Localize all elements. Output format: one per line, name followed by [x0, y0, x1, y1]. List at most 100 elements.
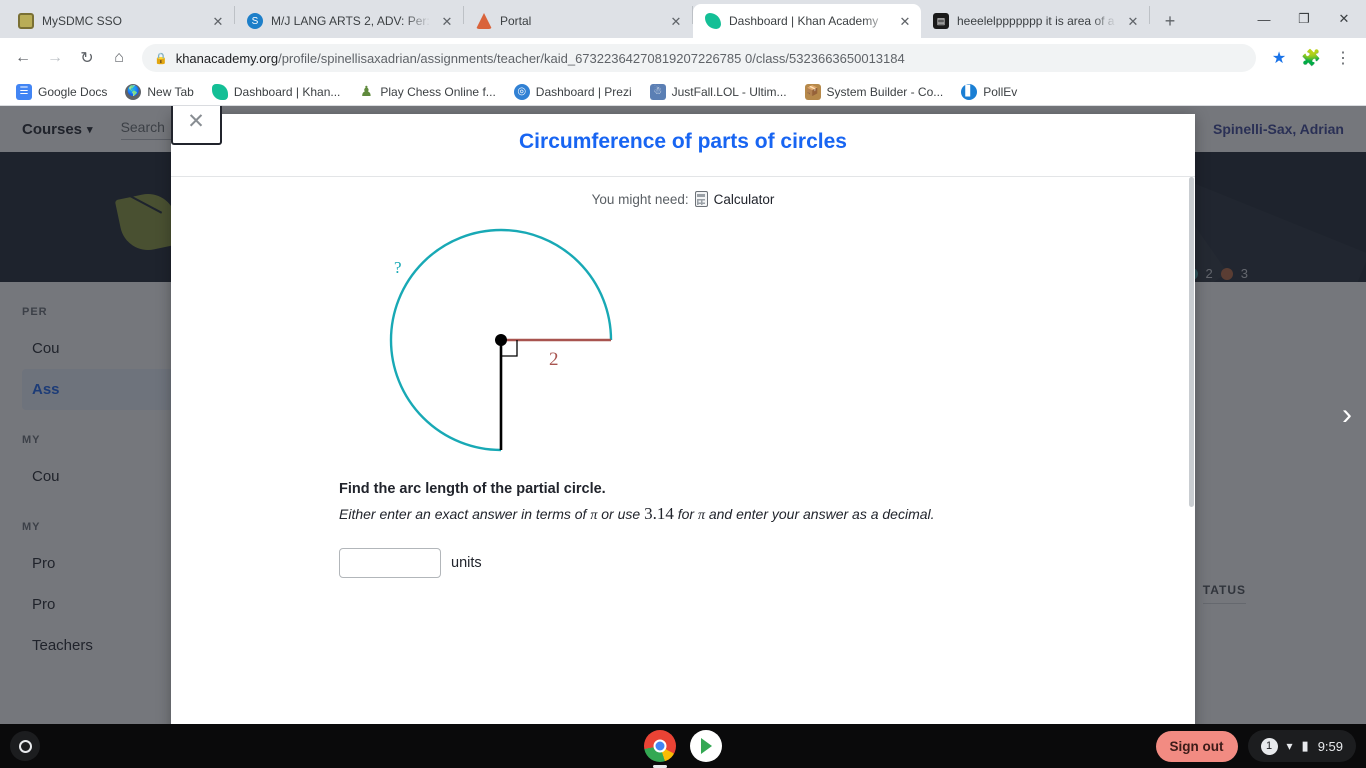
- modal-header: ✕ Circumference of parts of circles: [170, 106, 1195, 176]
- wifi-icon: ▾: [1286, 739, 1293, 753]
- new-tab-button[interactable]: +: [1156, 7, 1184, 35]
- bookmark-item-justfall[interactable]: ☃ JustFall.LOL - Ultim...: [642, 81, 795, 103]
- answer-input[interactable]: [339, 548, 441, 578]
- calculator-link[interactable]: Calculator: [714, 192, 775, 207]
- bookmark-label: PollEv: [983, 84, 1018, 99]
- bookmark-item-khan[interactable]: Dashboard | Khan...: [204, 81, 349, 103]
- reload-icon[interactable]: ↻: [72, 43, 102, 73]
- browser-tab-2[interactable]: Portal ✕: [464, 4, 692, 38]
- bookmark-item-prezi[interactable]: ◎ Dashboard | Prezi: [506, 81, 640, 103]
- window-close-button[interactable]: ✕: [1324, 3, 1364, 35]
- calculator-icon: [694, 191, 708, 207]
- tab-close-button[interactable]: ✕: [668, 13, 684, 29]
- chrome-browser-window: MySDMC SSO ✕ S M/J LANG ARTS 2, ADV: Per…: [0, 0, 1366, 724]
- tab-close-button[interactable]: ✕: [439, 13, 455, 29]
- chrome-icon[interactable]: [644, 730, 676, 762]
- bookmark-label: Play Chess Online f...: [380, 84, 496, 99]
- page-viewport: Courses ▾ Search ⚲ Khan Academy Donate S…: [0, 106, 1366, 724]
- sso-favicon: [18, 13, 34, 29]
- url-domain: khanacademy.org: [175, 50, 279, 66]
- bookmark-item-pollev[interactable]: ▋ PollEv: [953, 81, 1025, 103]
- partial-circle-svg: ? 2: [389, 228, 613, 452]
- instruction-part-a: Either enter an exact answer in terms of: [339, 506, 591, 522]
- sign-out-button[interactable]: Sign out: [1155, 730, 1238, 762]
- shelf-app-icons: [644, 730, 722, 762]
- center-point-dot: [495, 334, 507, 346]
- forward-icon[interactable]: →: [40, 43, 70, 73]
- bookmark-label: New Tab: [147, 84, 194, 99]
- launcher-circle-icon[interactable]: [10, 731, 40, 761]
- toolbar-actions: ★ 🧩 ⋮: [1264, 43, 1358, 73]
- tab-title: Portal: [500, 14, 532, 28]
- box-icon: 📦: [804, 83, 821, 100]
- tab-close-button[interactable]: ✕: [897, 13, 913, 29]
- lock-icon: 🔒: [154, 52, 168, 65]
- chess-pawn-icon: ♟: [358, 83, 375, 100]
- browser-tab-0[interactable]: MySDMC SSO ✕: [6, 4, 234, 38]
- extensions-puzzle-icon[interactable]: 🧩: [1296, 43, 1326, 73]
- instruction-text: Either enter an exact answer in terms of…: [339, 504, 1195, 524]
- chromeos-shelf: Sign out 1 ▾ ▮ 9:59: [0, 724, 1366, 768]
- modal-scrollbar[interactable]: [1188, 177, 1195, 724]
- you-might-need-row: You might need: Calculator: [171, 191, 1195, 207]
- justfall-icon: ☃: [649, 83, 666, 100]
- instruction-part-b: or use: [597, 506, 645, 522]
- back-icon[interactable]: ←: [8, 43, 38, 73]
- problem-figure: ? 2: [171, 225, 1195, 455]
- browser-toolbar: ← → ↻ ⌂ 🔒 khanacademy.org/profile/spinel…: [0, 38, 1366, 78]
- system-tray[interactable]: 1 ▾ ▮ 9:59: [1247, 730, 1356, 762]
- browser-tab-1[interactable]: S M/J LANG ARTS 2, ADV: Per: 01 ✕: [235, 4, 463, 38]
- khan-icon: [211, 83, 228, 100]
- notification-count-badge: 1: [1260, 737, 1278, 755]
- problem-prompt: Find the arc length of the partial circl…: [171, 481, 1195, 524]
- pollev-icon: ▋: [961, 83, 978, 100]
- minimize-button[interactable]: —: [1244, 3, 1284, 35]
- exercise-body: You might need: Calculator ? 2 Find the …: [171, 177, 1195, 724]
- window-controls: — ❐ ✕: [1244, 0, 1366, 38]
- exercise-modal: ✕ Circumference of parts of circles You …: [170, 106, 1195, 724]
- three-dot-menu-icon[interactable]: ⋮: [1328, 43, 1358, 73]
- pi-symbol-2: π: [697, 508, 705, 523]
- schoology-favicon: S: [247, 13, 263, 29]
- bookmark-item-system-builder[interactable]: 📦 System Builder - Co...: [797, 81, 952, 103]
- maximize-button[interactable]: ❐: [1284, 3, 1324, 35]
- home-icon[interactable]: ⌂: [104, 43, 134, 73]
- bookmark-item-google-docs[interactable]: ☰ Google Docs: [8, 81, 115, 103]
- prezi-icon: ◎: [513, 83, 530, 100]
- browser-tab-4[interactable]: ▤ heeelelppppppp it is area of a c ✕: [921, 4, 1149, 38]
- tab-title: heeelelppppppp it is area of a c: [957, 14, 1117, 28]
- bookmark-label: Google Docs: [38, 84, 108, 99]
- modal-scroll-area[interactable]: You might need: Calculator ? 2 Find the …: [171, 177, 1195, 724]
- bookmark-label: System Builder - Co...: [826, 84, 944, 99]
- tab-close-button[interactable]: ✕: [1125, 13, 1141, 29]
- radius-length-label: 2: [549, 349, 559, 370]
- arc-length-unknown-label: ?: [394, 258, 402, 277]
- tab-divider: [1149, 6, 1150, 24]
- tab-title: M/J LANG ARTS 2, ADV: Per: 01: [271, 14, 431, 28]
- instruction-part-c: for: [673, 506, 698, 522]
- bookmark-star-icon[interactable]: ★: [1264, 43, 1294, 73]
- tab-close-button[interactable]: ✕: [210, 13, 226, 29]
- next-arrow-icon[interactable]: ›: [1342, 400, 1352, 430]
- tab-title: Dashboard | Khan Academy: [729, 14, 879, 28]
- bookmark-item-chess[interactable]: ♟ Play Chess Online f...: [350, 81, 503, 103]
- address-bar[interactable]: 🔒 khanacademy.org/profile/spinellisaxadr…: [142, 44, 1256, 72]
- page-title: Circumference of parts of circles: [519, 130, 847, 153]
- shelf-status-area: Sign out 1 ▾ ▮ 9:59: [1155, 730, 1356, 762]
- url-path: /profile/spinellisaxadrian/assignments/t…: [278, 50, 905, 66]
- globe-icon: 🌎: [125, 83, 142, 100]
- question-text: Find the arc length of the partial circl…: [339, 481, 606, 497]
- scrollbar-thumb[interactable]: [1189, 177, 1194, 507]
- pi-approximation-value: 3.14: [644, 504, 674, 523]
- portal-favicon: [476, 13, 492, 29]
- tab-strip: MySDMC SSO ✕ S M/J LANG ARTS 2, ADV: Per…: [0, 0, 1366, 38]
- google-docs-icon: ☰: [16, 83, 32, 100]
- play-store-icon[interactable]: [690, 730, 722, 762]
- need-prefix-label: You might need:: [591, 191, 689, 207]
- launcher-ring: [18, 739, 32, 753]
- browser-tab-3[interactable]: Dashboard | Khan Academy ✕: [693, 4, 921, 38]
- battery-icon: ▮: [1301, 738, 1309, 753]
- units-label: units: [451, 555, 482, 571]
- bookmark-item-new-tab[interactable]: 🌎 New Tab: [117, 81, 201, 103]
- instruction-part-d: and enter your answer as a decimal.: [704, 506, 935, 522]
